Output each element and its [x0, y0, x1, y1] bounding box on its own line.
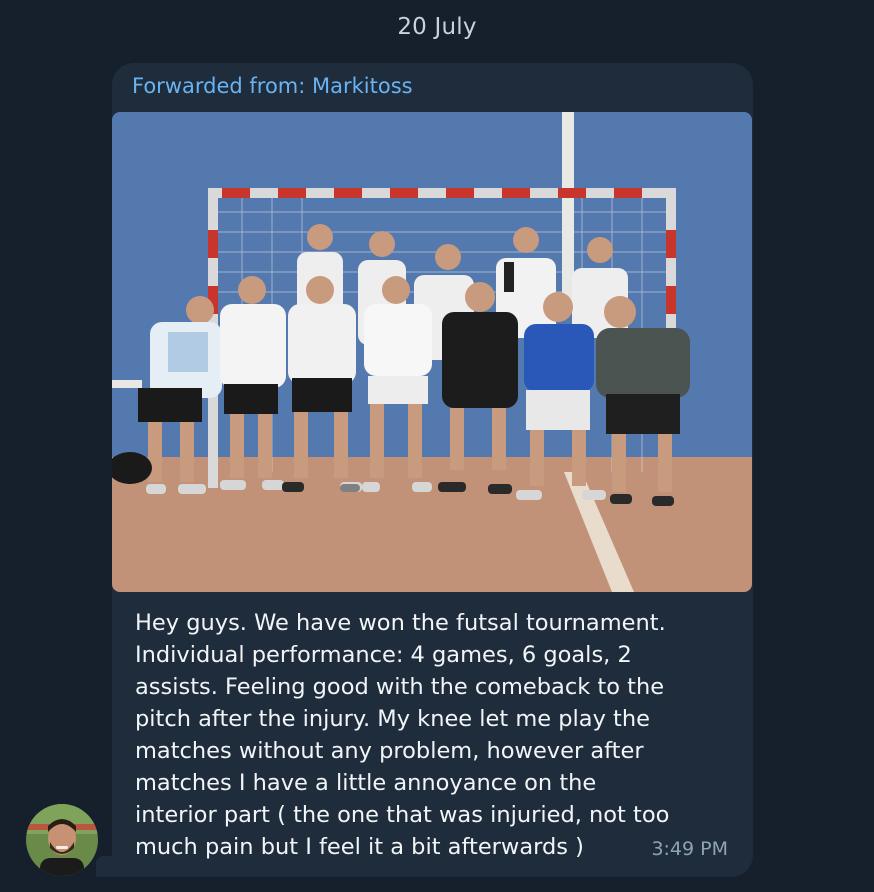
message-photo[interactable] [112, 112, 752, 592]
sender-avatar[interactable] [26, 804, 98, 876]
forwarded-from-label[interactable]: Forwarded from: Markitoss [132, 74, 413, 98]
message-time: 3:49 PM [651, 838, 728, 860]
chat-view: 20 July Forwarded from: Markitoss Hey gu… [0, 0, 874, 892]
message-text: Hey guys. We have won the futsal tournam… [135, 610, 670, 860]
date-separator: 20 July [397, 14, 477, 40]
